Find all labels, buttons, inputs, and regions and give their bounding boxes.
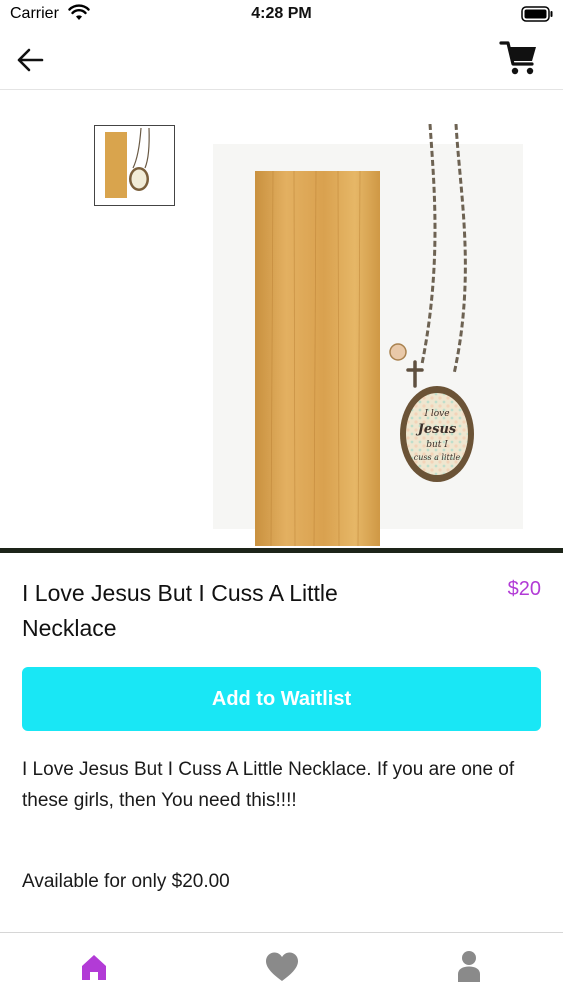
gallery-divider [0,548,563,553]
pendant-text-line-1: I love [423,409,449,419]
home-icon[interactable] [74,947,114,987]
pendant-text-line-3: but I [426,440,448,450]
product-title: I Love Jesus But I Cuss A Little Necklac… [22,580,338,641]
product-price: $20 [507,578,541,600]
navigation-bar [0,30,563,90]
status-time: 4:28 PM [251,5,312,22]
product-photo: I love Jesus but I cuss a little [198,124,563,551]
availability-text: Available for only $20.00 [22,871,230,892]
heart-icon[interactable] [262,947,302,987]
product-thumbnail[interactable] [94,125,175,206]
product-description: I Love Jesus But I Cuss A Little Necklac… [22,759,515,811]
add-to-waitlist-button[interactable]: Add to Waitlist [22,667,541,731]
tab-bar [0,932,563,1000]
pendant-text-line-4: cuss a little [414,453,461,462]
person-icon[interactable] [449,947,489,987]
battery-icon [521,6,553,22]
back-arrow-icon[interactable] [12,42,48,78]
shopping-cart-icon[interactable] [499,38,539,78]
status-bar: Carrier 4:28 PM [0,0,563,30]
pendant-text-line-2: Jesus [415,422,457,437]
product-gallery: I love Jesus but I cuss a little [0,91,563,553]
